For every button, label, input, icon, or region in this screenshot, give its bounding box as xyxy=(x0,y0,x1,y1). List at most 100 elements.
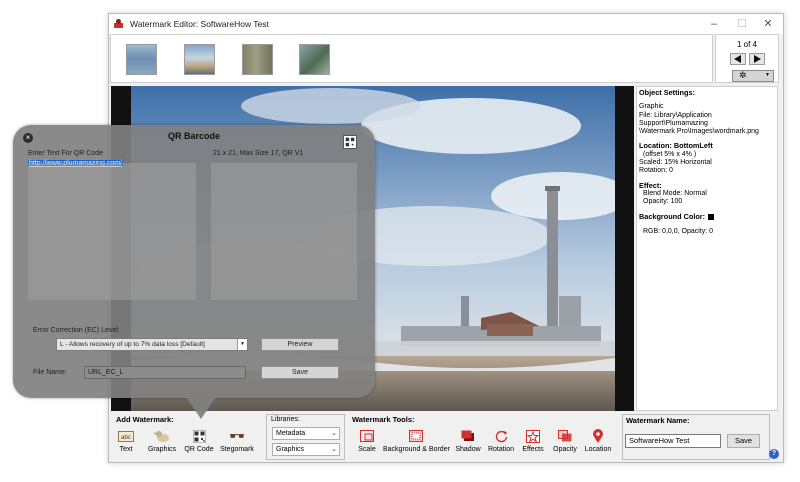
file-path-line2: \Watermark Pro\Images\wordmark.png xyxy=(639,128,759,136)
background-border-tool-button[interactable]: Background & Border xyxy=(383,429,450,453)
chevron-down-icon: ▼ xyxy=(765,72,770,78)
ec-level-select[interactable]: L - Allows recovery of up to 7% data los… xyxy=(56,338,248,351)
svg-text:abc: abc xyxy=(121,435,131,441)
thumbnail-1[interactable] xyxy=(126,44,157,75)
background-color-value: RGB: 0,0,0, Opacity: 0 xyxy=(643,227,714,235)
graphics-icon xyxy=(154,431,169,442)
qr-code-icon[interactable] xyxy=(343,135,357,149)
libraries-label: Libraries: xyxy=(271,416,300,423)
opacity-value: Opacity: 100 xyxy=(643,198,683,206)
watermark-save-button[interactable]: Save xyxy=(727,434,760,448)
title-bar: Watermark Editor: SoftwareHow Test – ☐ ✕ xyxy=(109,14,783,34)
ec-level-label: Error Correction (EC) Level: xyxy=(33,327,120,334)
opacity-tool-label: Opacity xyxy=(553,446,577,453)
preview-button[interactable]: Preview xyxy=(261,338,339,351)
scale-icon xyxy=(360,430,374,442)
location-offset: (offset 5% x 4% ) xyxy=(643,150,697,158)
close-icon[interactable]: ✕ xyxy=(755,16,781,32)
location-tool-label: Location xyxy=(584,446,612,453)
add-qr-code-label: QR Code xyxy=(184,446,214,453)
qr-code-icon xyxy=(192,429,206,443)
thumbnail-2[interactable] xyxy=(184,44,215,75)
scale-tool-label: Scale xyxy=(358,446,376,453)
rotation-value: Rotation: 0 xyxy=(639,167,673,175)
location-heading: Location: BottomLeft xyxy=(639,141,713,151)
background-color-heading: Background Color: xyxy=(639,211,706,221)
effect-heading: Effect: xyxy=(639,180,662,190)
add-stegomark-button[interactable]: Stegomark xyxy=(217,429,257,453)
text-abc-icon: abc xyxy=(118,430,134,442)
qr-text-input-area[interactable] xyxy=(28,163,196,300)
libraries-group: Libraries: Metadata ⌄ Graphics ⌄ xyxy=(266,414,345,460)
minimize-icon[interactable]: – xyxy=(701,16,727,32)
thumbnail-3[interactable] xyxy=(242,44,273,75)
rotation-tool-button[interactable]: Rotation xyxy=(485,429,517,453)
watermark-name-label: Watermark Name: xyxy=(626,416,690,425)
shadow-icon xyxy=(461,430,474,441)
opacity-tool-button[interactable]: Opacity xyxy=(550,429,580,453)
add-watermark-label: Add Watermark: xyxy=(116,415,174,424)
object-type: Graphic xyxy=(639,103,664,111)
background-color-swatch xyxy=(708,213,715,220)
opacity-icon xyxy=(558,430,572,442)
page-indicator: 1 of 4 xyxy=(736,40,757,49)
bottom-toolbar: Add Watermark: abc Text Graphics QR Code… xyxy=(110,412,782,462)
library-select-metadata[interactable]: Metadata ⌄ xyxy=(272,427,340,440)
add-graphics-label: Graphics xyxy=(147,446,176,453)
effects-tool-button[interactable]: Effects xyxy=(519,429,547,453)
gear-icon: ✲ xyxy=(739,70,747,80)
location-tool-button[interactable]: Location xyxy=(582,428,614,453)
background-border-icon xyxy=(409,430,423,442)
add-text-button[interactable]: abc Text xyxy=(112,429,140,453)
previous-button[interactable] xyxy=(730,53,746,65)
dialog-pointer xyxy=(186,397,216,419)
shadow-tool-label: Shadow xyxy=(455,446,481,453)
rotation-icon xyxy=(495,430,507,442)
help-icon[interactable]: ? xyxy=(769,449,779,459)
file-path-line1: File: Library\Application Support\Plumam… xyxy=(639,111,712,127)
add-text-label: Text xyxy=(119,446,133,453)
qr-barcode-dialog: × QR Barcode Enter Text For QR Code 21 x… xyxy=(13,125,375,398)
scale-tool-button[interactable]: Scale xyxy=(354,429,380,453)
settings-dropdown[interactable]: ✲ ▼ xyxy=(732,70,774,82)
add-qr-code-button[interactable]: QR Code xyxy=(182,429,216,453)
ec-level-value: L - Allows recovery of up to 7% data los… xyxy=(60,341,205,348)
library-select-graphics[interactable]: Graphics ⌄ xyxy=(272,443,340,456)
arrow-left-icon xyxy=(734,55,741,63)
watermark-tools-label: Watermark Tools: xyxy=(352,415,415,424)
watermark-name-input[interactable]: SoftwareHow Test xyxy=(625,434,721,448)
watermark-name-group: Watermark Name: SoftwareHow Test Save xyxy=(622,414,770,460)
add-graphics-button[interactable]: Graphics xyxy=(144,429,180,453)
background-border-tool-label: Background & Border xyxy=(383,446,450,453)
rotation-tool-label: Rotation xyxy=(487,446,515,453)
chevron-down-icon: ⌄ xyxy=(331,446,337,453)
qr-preview-area xyxy=(211,163,357,300)
location-pin-icon xyxy=(593,428,603,443)
file-name-input[interactable]: URL_EC_L xyxy=(84,366,246,379)
thumbnail-strip xyxy=(110,34,713,83)
library-metadata-value: Metadata xyxy=(276,430,306,437)
chevron-down-icon: ▼ xyxy=(237,339,247,350)
app-icon xyxy=(114,19,123,28)
maximize-icon[interactable]: ☐ xyxy=(729,16,755,32)
add-stegomark-label: Stegomark xyxy=(220,446,254,453)
navigation-panel: 1 of 4 ✲ ▼ xyxy=(715,34,779,83)
window-title: Watermark Editor: SoftwareHow Test xyxy=(130,19,269,29)
chevron-down-icon: ⌄ xyxy=(331,430,337,437)
scaled-value: Scaled: 15% Horizontal xyxy=(639,159,712,167)
next-button[interactable] xyxy=(749,53,765,65)
qr-save-button[interactable]: Save xyxy=(261,366,339,379)
library-graphics-value: Graphics xyxy=(276,446,305,453)
thumbnail-4[interactable] xyxy=(299,44,330,75)
object-settings-heading: Object Settings: xyxy=(639,88,695,97)
effects-tool-label: Effects xyxy=(522,446,544,453)
shadow-tool-button[interactable]: Shadow xyxy=(453,429,483,453)
blend-mode-value: Blend Mode: Normal xyxy=(643,189,707,197)
object-settings-panel: Object Settings: Graphic File: Library\A… xyxy=(636,86,778,411)
arrow-right-icon xyxy=(754,55,761,63)
qr-dialog-title: QR Barcode xyxy=(167,131,220,141)
effects-star-icon xyxy=(526,429,540,443)
enter-text-label: Enter Text For QR Code xyxy=(28,150,103,157)
file-name-label: File Name: xyxy=(33,369,67,376)
qr-size-info: 21 x 21, Max Size 17, QR V1 xyxy=(213,150,304,157)
